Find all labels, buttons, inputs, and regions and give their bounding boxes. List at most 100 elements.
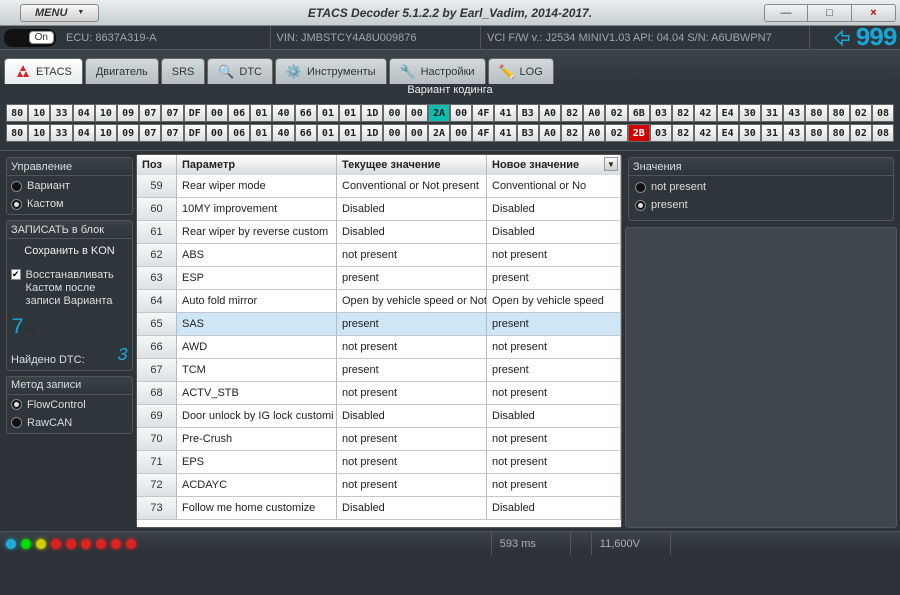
table-row[interactable]: 63ESPpresentpresent: [137, 267, 621, 290]
byte-cell[interactable]: 80: [805, 104, 827, 122]
table-row[interactable]: 67TCMpresentpresent: [137, 359, 621, 382]
byte-cell[interactable]: 43: [783, 104, 805, 122]
tab-settings[interactable]: 🔧Настройки: [389, 58, 486, 84]
byte-cell[interactable]: 09: [117, 104, 139, 122]
byte-cell[interactable]: 07: [139, 124, 161, 142]
byte-cell[interactable]: 00: [406, 124, 428, 142]
byte-cell[interactable]: 80: [6, 104, 28, 122]
table-row[interactable]: 62ABSnot presentnot present: [137, 244, 621, 267]
power-toggle[interactable]: On: [4, 29, 56, 47]
byte-cell[interactable]: 04: [73, 104, 95, 122]
byte-cell[interactable]: 33: [50, 104, 72, 122]
byte-cell[interactable]: DF: [184, 104, 206, 122]
byte-cell[interactable]: 00: [383, 104, 405, 122]
byte-cell[interactable]: 2B: [628, 124, 650, 142]
byte-cell[interactable]: DF: [184, 124, 206, 142]
tab-log[interactable]: ✏️LOG: [488, 58, 554, 84]
close-button[interactable]: ×: [852, 4, 896, 22]
byte-cell[interactable]: 02: [605, 124, 627, 142]
byte-cell[interactable]: 01: [339, 124, 361, 142]
table-row[interactable]: 69Door unlock by IG lock customiDisabled…: [137, 405, 621, 428]
tab-dtc[interactable]: 🔍DTC: [207, 58, 273, 84]
byte-cell[interactable]: B3: [517, 124, 539, 142]
chevron-down-icon[interactable]: ▼: [604, 157, 618, 171]
radio-custom[interactable]: Кастом: [11, 198, 128, 210]
byte-cell[interactable]: A0: [583, 124, 605, 142]
byte-cell[interactable]: 10: [95, 124, 117, 142]
byte-cell[interactable]: 40: [272, 124, 294, 142]
byte-cell[interactable]: 6B: [628, 104, 650, 122]
table-row[interactable]: 59Rear wiper modeConventional or Not pre…: [137, 175, 621, 198]
radio-rawcan[interactable]: RawCAN: [11, 417, 128, 429]
byte-cell[interactable]: 01: [250, 104, 272, 122]
table-row[interactable]: 68ACTV_STBnot presentnot present: [137, 382, 621, 405]
byte-cell[interactable]: 06: [228, 104, 250, 122]
byte-cell[interactable]: 01: [317, 104, 339, 122]
byte-cell[interactable]: 2A: [428, 124, 450, 142]
byte-cell[interactable]: 33: [50, 124, 72, 142]
byte-cell[interactable]: 82: [672, 124, 694, 142]
maximize-button[interactable]: □: [808, 4, 852, 22]
byte-cell[interactable]: 09: [117, 124, 139, 142]
byte-cell[interactable]: 10: [28, 124, 50, 142]
byte-cell[interactable]: B3: [517, 104, 539, 122]
byte-cell[interactable]: 66: [295, 104, 317, 122]
byte-cell[interactable]: 80: [6, 124, 28, 142]
menu-button[interactable]: MENU: [20, 4, 99, 22]
byte-cell[interactable]: 02: [850, 124, 872, 142]
byte-cell[interactable]: 03: [650, 124, 672, 142]
byte-cell[interactable]: 10: [95, 104, 117, 122]
radio-variant[interactable]: Вариант: [11, 180, 128, 192]
col-new[interactable]: Новое значение▼: [487, 155, 621, 175]
byte-cell[interactable]: 01: [339, 104, 361, 122]
restore-checkbox[interactable]: ✔Восстанавливать Кастом после записи Вар…: [11, 269, 128, 309]
tab-srs[interactable]: SRS: [161, 58, 206, 84]
byte-cell[interactable]: 02: [605, 104, 627, 122]
byte-cell[interactable]: 07: [139, 104, 161, 122]
byte-cell[interactable]: 82: [561, 104, 583, 122]
col-current[interactable]: Текущее значение: [337, 155, 487, 175]
byte-cell[interactable]: A0: [583, 104, 605, 122]
table-row[interactable]: 71EPSnot presentnot present: [137, 451, 621, 474]
byte-cell[interactable]: 4F: [472, 124, 494, 142]
byte-cell[interactable]: 10: [28, 104, 50, 122]
byte-cell[interactable]: 4F: [472, 104, 494, 122]
byte-cell[interactable]: 00: [206, 104, 228, 122]
byte-cell[interactable]: 43: [783, 124, 805, 142]
grid-body[interactable]: 59Rear wiper modeConventional or Not pre…: [137, 175, 621, 527]
table-row[interactable]: 70Pre-Crushnot presentnot present: [137, 428, 621, 451]
byte-cell[interactable]: 42: [694, 104, 716, 122]
minimize-button[interactable]: —: [764, 4, 808, 22]
radio-flowcontrol[interactable]: FlowControl: [11, 399, 128, 411]
byte-cell[interactable]: 07: [161, 104, 183, 122]
byte-cell[interactable]: E4: [717, 104, 739, 122]
byte-cell[interactable]: 03: [650, 104, 672, 122]
table-row[interactable]: 61Rear wiper by reverse customDisabledDi…: [137, 221, 621, 244]
byte-cell[interactable]: A0: [539, 104, 561, 122]
byte-cell[interactable]: 00: [450, 104, 472, 122]
byte-cell[interactable]: 31: [761, 104, 783, 122]
byte-cell[interactable]: 08: [872, 124, 894, 142]
tab-etacs[interactable]: ETACS: [4, 58, 83, 84]
table-row[interactable]: 6010MY improvementDisabledDisabled: [137, 198, 621, 221]
byte-cell[interactable]: 31: [761, 124, 783, 142]
byte-cell[interactable]: 01: [317, 124, 339, 142]
radio-not-present[interactable]: not present: [635, 181, 887, 193]
byte-cell[interactable]: 00: [383, 124, 405, 142]
byte-cell[interactable]: A0: [539, 124, 561, 142]
tab-engine[interactable]: Двигатель: [85, 58, 159, 84]
byte-cell[interactable]: 30: [739, 104, 761, 122]
radio-present[interactable]: present: [635, 199, 887, 211]
table-row[interactable]: 66AWDnot presentnot present: [137, 336, 621, 359]
col-param[interactable]: Параметр: [177, 155, 337, 175]
byte-cell[interactable]: 66: [295, 124, 317, 142]
byte-cell[interactable]: 07: [161, 124, 183, 142]
byte-cell[interactable]: 02: [850, 104, 872, 122]
byte-cell[interactable]: 04: [73, 124, 95, 142]
byte-cell[interactable]: 41: [494, 124, 516, 142]
table-row[interactable]: 72ACDAYCnot presentnot present: [137, 474, 621, 497]
byte-cell[interactable]: 2A: [428, 104, 450, 122]
byte-cell[interactable]: E4: [717, 124, 739, 142]
byte-cell[interactable]: 00: [206, 124, 228, 142]
byte-cell[interactable]: 30: [739, 124, 761, 142]
